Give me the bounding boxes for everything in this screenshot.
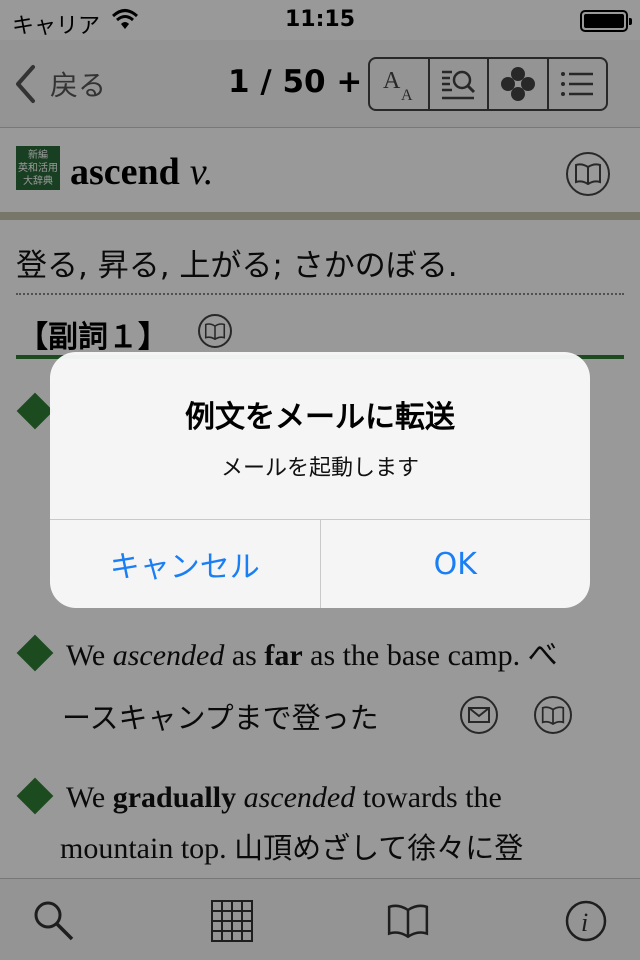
alert-title: 例文をメールに転送	[185, 400, 455, 435]
ok-button[interactable]: OK	[321, 520, 591, 608]
alert-message: メールを起動します	[220, 456, 419, 481]
alert-dialog: 例文をメールに転送 メールを起動します キャンセル OK	[50, 352, 590, 608]
cancel-button[interactable]: キャンセル	[50, 520, 321, 608]
alert-buttons: キャンセル OK	[50, 519, 590, 608]
